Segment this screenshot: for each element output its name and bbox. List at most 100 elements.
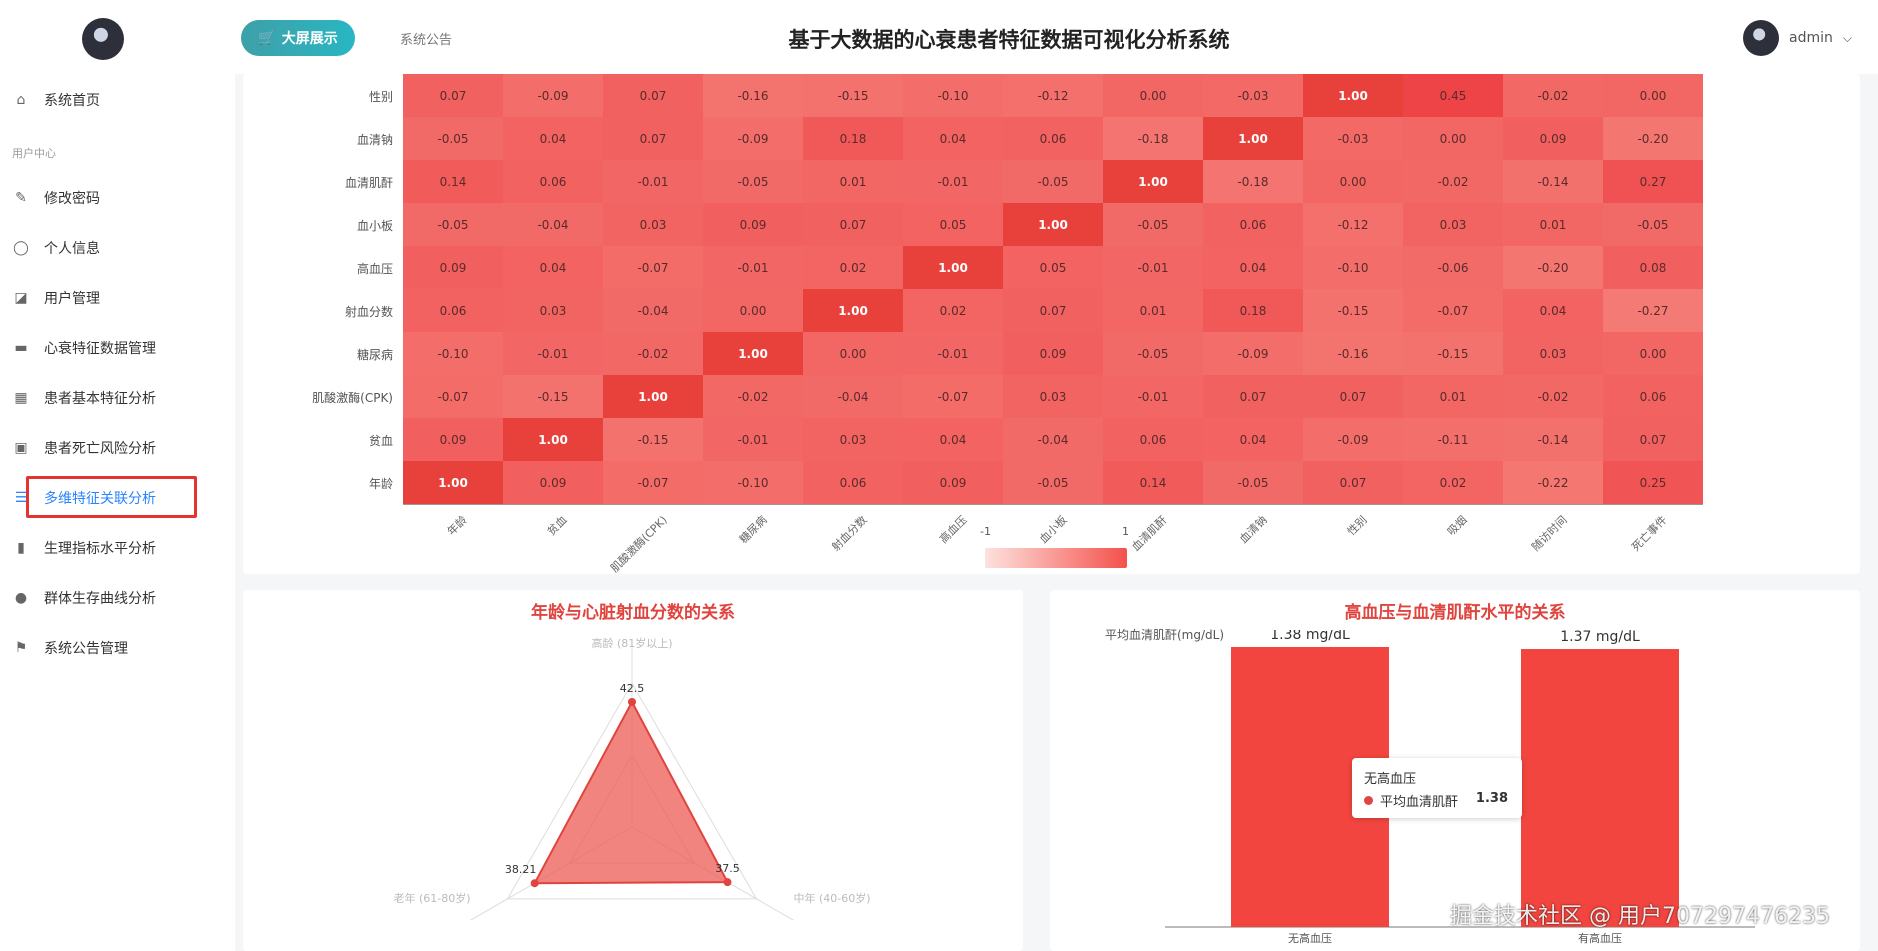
heatmap-cell[interactable]: 0.07 xyxy=(1603,418,1703,461)
sidebar-item-physiology[interactable]: ▮ 生理指标水平分析 xyxy=(12,530,156,566)
sidebar-item-basic-analysis[interactable]: ▦ 患者基本特征分析 xyxy=(12,380,156,416)
heatmap-cell[interactable]: 0.03 xyxy=(1403,203,1503,246)
heatmap-cell[interactable]: -0.05 xyxy=(403,203,503,246)
heatmap-cell[interactable]: 1.00 xyxy=(603,375,703,418)
heatmap-cell[interactable]: 1.00 xyxy=(1103,160,1203,203)
heatmap-cell[interactable]: 1.00 xyxy=(1303,74,1403,117)
sidebar-item-user-management[interactable]: ◪ 用户管理 xyxy=(12,280,100,316)
heatmap-cell[interactable]: -0.12 xyxy=(1303,203,1403,246)
heatmap-cell[interactable]: 0.03 xyxy=(803,418,903,461)
heatmap-cell[interactable]: -0.07 xyxy=(903,375,1003,418)
heatmap-cell[interactable]: 0.06 xyxy=(1603,375,1703,418)
sidebar-item-home[interactable]: ⌂ 系统首页 xyxy=(12,82,100,118)
heatmap-cell[interactable]: 0.07 xyxy=(603,74,703,117)
heatmap-cell[interactable]: -0.01 xyxy=(703,418,803,461)
heatmap-cell[interactable]: -0.01 xyxy=(903,160,1003,203)
heatmap-cell[interactable]: 0.00 xyxy=(1103,74,1203,117)
heatmap-cell[interactable]: 0.04 xyxy=(503,246,603,289)
heatmap-cell[interactable]: 0.01 xyxy=(1103,289,1203,332)
heatmap-cell[interactable]: -0.05 xyxy=(403,117,503,160)
heatmap-cell[interactable]: 0.09 xyxy=(703,203,803,246)
sidebar-item-profile[interactable]: ◯ 个人信息 xyxy=(12,230,100,266)
heatmap-cell[interactable]: -0.05 xyxy=(1103,332,1203,375)
heatmap-cell[interactable]: 0.07 xyxy=(1303,375,1403,418)
heatmap-cell[interactable]: -0.05 xyxy=(1203,461,1303,504)
heatmap-cell[interactable]: -0.09 xyxy=(1203,332,1303,375)
heatmap-cell[interactable]: 0.07 xyxy=(403,74,503,117)
heatmap-cell[interactable]: -0.10 xyxy=(1303,246,1403,289)
heatmap-cell[interactable]: -0.14 xyxy=(1503,160,1603,203)
avatar[interactable] xyxy=(1743,20,1780,56)
heatmap-cell[interactable]: 0.00 xyxy=(703,289,803,332)
heatmap-cell[interactable]: 0.06 xyxy=(1203,203,1303,246)
heatmap-cell[interactable]: 0.02 xyxy=(1403,461,1503,504)
heatmap-cell[interactable]: -0.04 xyxy=(603,289,703,332)
heatmap-cell[interactable]: -0.12 xyxy=(1003,74,1103,117)
heatmap-cell[interactable]: -0.14 xyxy=(1503,418,1603,461)
heatmap-cell[interactable]: -0.16 xyxy=(1303,332,1403,375)
heatmap-cell[interactable]: -0.09 xyxy=(503,74,603,117)
heatmap-cell[interactable]: -0.09 xyxy=(1303,418,1403,461)
heatmap-cell[interactable]: 0.06 xyxy=(1003,117,1103,160)
heatmap-cell[interactable]: -0.04 xyxy=(803,375,903,418)
heatmap-cell[interactable]: -0.11 xyxy=(1403,418,1503,461)
heatmap-cell[interactable]: 0.00 xyxy=(1603,74,1703,117)
heatmap-cell[interactable]: -0.05 xyxy=(1103,203,1203,246)
heatmap-cell[interactable]: 0.09 xyxy=(403,246,503,289)
heatmap-cell[interactable]: 0.03 xyxy=(603,203,703,246)
heatmap-cell[interactable]: -0.15 xyxy=(1403,332,1503,375)
radar-series-area[interactable] xyxy=(532,699,730,885)
heatmap-cell[interactable]: 0.07 xyxy=(1003,289,1103,332)
heatmap-cell[interactable]: -0.01 xyxy=(503,332,603,375)
heatmap-cell[interactable]: -0.03 xyxy=(1203,74,1303,117)
heatmap-cell[interactable]: 1.00 xyxy=(703,332,803,375)
sidebar-item-notice-management[interactable]: ⚑ 系统公告管理 xyxy=(12,630,128,666)
heatmap-cell[interactable]: 1.00 xyxy=(503,418,603,461)
heatmap-cell[interactable]: 0.01 xyxy=(803,160,903,203)
heatmap-cell[interactable]: -0.10 xyxy=(903,74,1003,117)
heatmap-cell[interactable]: 0.14 xyxy=(403,160,503,203)
heatmap-cell[interactable]: -0.02 xyxy=(603,332,703,375)
heatmap-cell[interactable]: -0.10 xyxy=(703,461,803,504)
heatmap-cell[interactable]: 0.04 xyxy=(903,418,1003,461)
heatmap-cell[interactable]: 0.06 xyxy=(503,160,603,203)
heatmap-cell[interactable]: 0.00 xyxy=(803,332,903,375)
heatmap-cell[interactable]: 0.07 xyxy=(1303,461,1403,504)
heatmap-cell[interactable]: 0.03 xyxy=(503,289,603,332)
radar-point[interactable] xyxy=(530,879,539,888)
heatmap-cell[interactable]: -0.01 xyxy=(703,246,803,289)
heatmap-cell[interactable]: 0.09 xyxy=(1503,117,1603,160)
heatmap-cell[interactable]: 0.09 xyxy=(403,418,503,461)
heatmap-cell[interactable]: 1.00 xyxy=(803,289,903,332)
heatmap-cell[interactable]: 0.04 xyxy=(1503,289,1603,332)
heatmap-cell[interactable]: 1.00 xyxy=(403,461,503,504)
radar-point[interactable] xyxy=(723,878,732,887)
heatmap-cell[interactable]: 0.01 xyxy=(1403,375,1503,418)
heatmap-cell[interactable]: 0.08 xyxy=(1603,246,1703,289)
heatmap-cell[interactable]: -0.01 xyxy=(603,160,703,203)
heatmap-cell[interactable]: 0.00 xyxy=(1403,117,1503,160)
heatmap-cell[interactable]: -0.02 xyxy=(1503,74,1603,117)
heatmap-cell[interactable]: 0.18 xyxy=(1203,289,1303,332)
heatmap-cell[interactable]: -0.20 xyxy=(1603,117,1703,160)
heatmap-cell[interactable]: 0.25 xyxy=(1603,461,1703,504)
heatmap-cell[interactable]: -0.22 xyxy=(1503,461,1603,504)
heatmap-cell[interactable]: -0.07 xyxy=(603,246,703,289)
heatmap-cell[interactable]: 0.04 xyxy=(1203,246,1303,289)
heatmap-cell[interactable]: 0.06 xyxy=(403,289,503,332)
heatmap-cell[interactable]: 0.00 xyxy=(1603,332,1703,375)
heatmap-cell[interactable]: 0.04 xyxy=(903,117,1003,160)
heatmap-cell[interactable]: 0.04 xyxy=(1203,418,1303,461)
heatmap-cell[interactable]: 0.07 xyxy=(803,203,903,246)
heatmap-cell[interactable]: -0.06 xyxy=(1403,246,1503,289)
heatmap-cell[interactable]: -0.05 xyxy=(703,160,803,203)
heatmap-cell[interactable]: 0.09 xyxy=(903,461,1003,504)
user-menu[interactable]: admin ⌵ xyxy=(1743,20,1852,56)
heatmap-cell[interactable]: -0.18 xyxy=(1103,117,1203,160)
heatmap-cell[interactable]: 0.45 xyxy=(1403,74,1503,117)
heatmap-cell[interactable]: 0.14 xyxy=(1103,461,1203,504)
heatmap-cell[interactable]: 0.18 xyxy=(803,117,903,160)
sidebar-item-death-risk[interactable]: ▣ 患者死亡风险分析 xyxy=(12,430,156,466)
heatmap-cell[interactable]: 0.09 xyxy=(1003,332,1103,375)
heatmap-color-scale[interactable] xyxy=(985,548,1127,568)
